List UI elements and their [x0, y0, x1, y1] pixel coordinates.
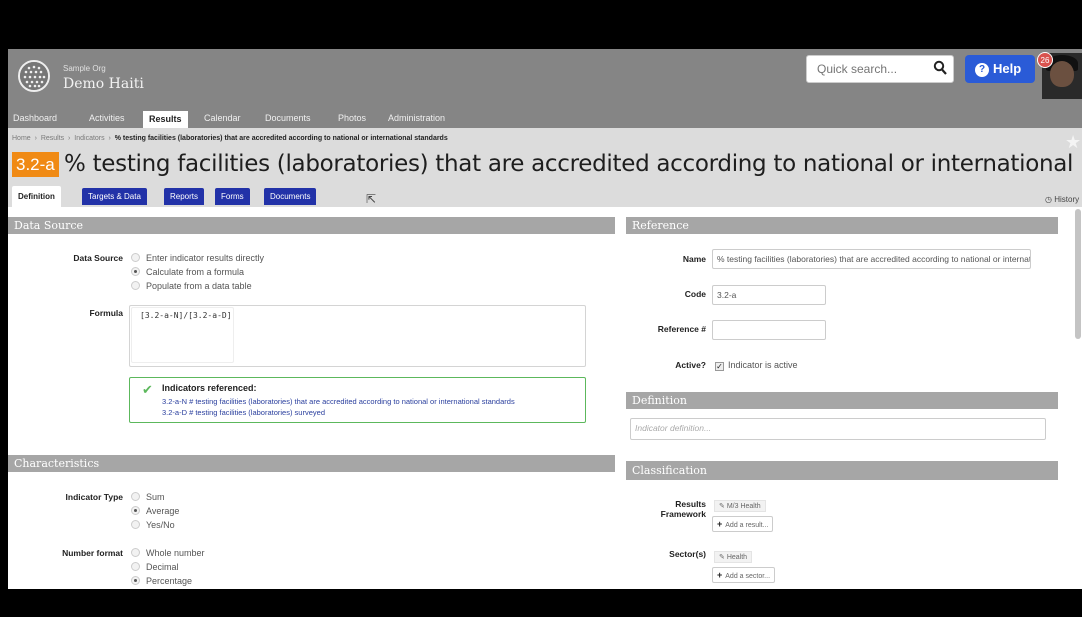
definition-header: Definition [626, 392, 1058, 409]
breadcrumb-current: % testing facilities (laboratories) that… [114, 135, 448, 142]
option-percentage[interactable]: Percentage [131, 576, 192, 586]
option-calculate-formula[interactable]: Calculate from a formula [131, 267, 244, 277]
nav-administration[interactable]: Administration [388, 113, 445, 123]
history-label: History [1054, 195, 1080, 204]
notification-badge[interactable]: 26 [1037, 52, 1053, 68]
nav-results[interactable]: Results [143, 111, 188, 128]
option-enter-directly[interactable]: Enter indicator results directly [131, 253, 264, 263]
quick-search[interactable] [806, 55, 954, 83]
data-source-label: Data Source [73, 253, 123, 263]
classification-header: Classification [626, 461, 1058, 480]
help-button[interactable]: ? Help [965, 55, 1035, 83]
option-decimal[interactable]: Decimal [131, 562, 179, 572]
indicators-referenced-title: Indicators referenced: [162, 383, 257, 393]
page-title: % testing facilities (laboratories) that… [64, 151, 1079, 177]
results-tag[interactable]: ✎ M/3 Health [714, 500, 766, 512]
search-icon[interactable] [933, 60, 947, 79]
breadcrumb: Home › Results › Indicators › % testing … [12, 135, 448, 142]
tag-icon: ✎ [719, 503, 725, 510]
active-label: Active? [675, 360, 706, 370]
add-sector-button[interactable]: + Add a sector... [712, 567, 776, 583]
app-window: Sample Org Demo Haiti ? Help 26 Dashboard… [8, 49, 1082, 589]
number-format-label: Number format [62, 548, 123, 558]
results-framework-label: Results Framework [660, 499, 706, 519]
history-link[interactable]: ◷ History [1045, 195, 1079, 204]
breadcrumb-indicators[interactable]: Indicators [74, 135, 104, 142]
sectors-label: Sector(s) [669, 549, 706, 559]
indicators-referenced-box: ✔ Indicators referenced: 3.2-a-N # testi… [129, 377, 586, 423]
plus-icon: + [717, 519, 723, 529]
name-input[interactable]: % testing facilities (laboratories) that… [712, 249, 1031, 269]
definition-input[interactable]: Indicator definition... [630, 418, 1046, 440]
breadcrumb-home[interactable]: Home [12, 135, 31, 142]
tab-documents[interactable]: Documents [264, 188, 317, 205]
scrollbar[interactable] [1075, 209, 1081, 339]
top-bar: Sample Org Demo Haiti ? Help 26 [8, 49, 1082, 111]
code-input[interactable]: 3.2-a [712, 285, 826, 305]
data-source-header: Data Source [8, 217, 615, 234]
referenced-indicator-d[interactable]: 3.2-a-D # testing facilities (laboratori… [162, 408, 325, 417]
indicator-type-label: Indicator Type [65, 492, 123, 502]
org-label: Sample Org [63, 64, 106, 73]
tag-icon: ✎ [719, 554, 725, 561]
formula-label: Formula [89, 308, 123, 318]
tab-reports[interactable]: Reports [164, 188, 205, 205]
tab-forms[interactable]: Forms [215, 188, 250, 205]
referenced-indicator-n[interactable]: 3.2-a-N # testing facilities (laboratori… [162, 397, 515, 406]
checkbox-checked-icon: ✓ [715, 362, 724, 371]
option-sum[interactable]: Sum [131, 492, 165, 502]
option-data-table[interactable]: Populate from a data table [131, 281, 252, 291]
nav-documents[interactable]: Documents [265, 113, 311, 123]
tab-targets-data[interactable]: Targets & Data [82, 188, 147, 205]
clock-icon: ◷ [1045, 195, 1052, 204]
nav-calendar[interactable]: Calendar [204, 113, 241, 123]
characteristics-header: Characteristics [8, 455, 615, 472]
tab-definition[interactable]: Definition [12, 186, 61, 207]
option-whole-number[interactable]: Whole number [131, 548, 205, 558]
org-name[interactable]: Demo Haiti [63, 76, 144, 92]
code-label: Code [684, 289, 706, 299]
help-label: Help [993, 61, 1022, 76]
name-label: Name [682, 254, 706, 264]
reference-header: Reference [626, 217, 1058, 234]
sector-tag[interactable]: ✎ Health [714, 551, 753, 563]
search-input[interactable] [817, 62, 927, 76]
check-icon: ✔ [142, 382, 153, 397]
option-average[interactable]: Average [131, 506, 179, 516]
formula-text[interactable]: [3.2-a-N]/[3.2-a-D] [140, 311, 232, 320]
reference-number-input[interactable] [712, 320, 826, 340]
favorite-star-icon[interactable]: ★ [1065, 132, 1081, 153]
breadcrumb-results[interactable]: Results [41, 135, 64, 142]
plus-icon: + [717, 570, 723, 580]
nav-activities[interactable]: Activities [89, 113, 125, 123]
reference-number-label: Reference # [657, 324, 706, 334]
indicator-code-badge: 3.2-a [12, 152, 59, 177]
nav-dashboard[interactable]: Dashboard [13, 113, 57, 123]
active-checkbox[interactable]: ✓ Indicator is active [715, 360, 798, 371]
mouse-cursor-icon: ⇱ [366, 192, 377, 206]
org-logo-icon[interactable] [18, 60, 50, 92]
question-icon: ? [975, 63, 989, 77]
main-nav: Dashboard Activities Results Calendar Do… [8, 111, 1082, 128]
nav-photos[interactable]: Photos [338, 113, 366, 123]
option-yes-no[interactable]: Yes/No [131, 520, 175, 530]
add-result-button[interactable]: + Add a result... [712, 516, 774, 532]
